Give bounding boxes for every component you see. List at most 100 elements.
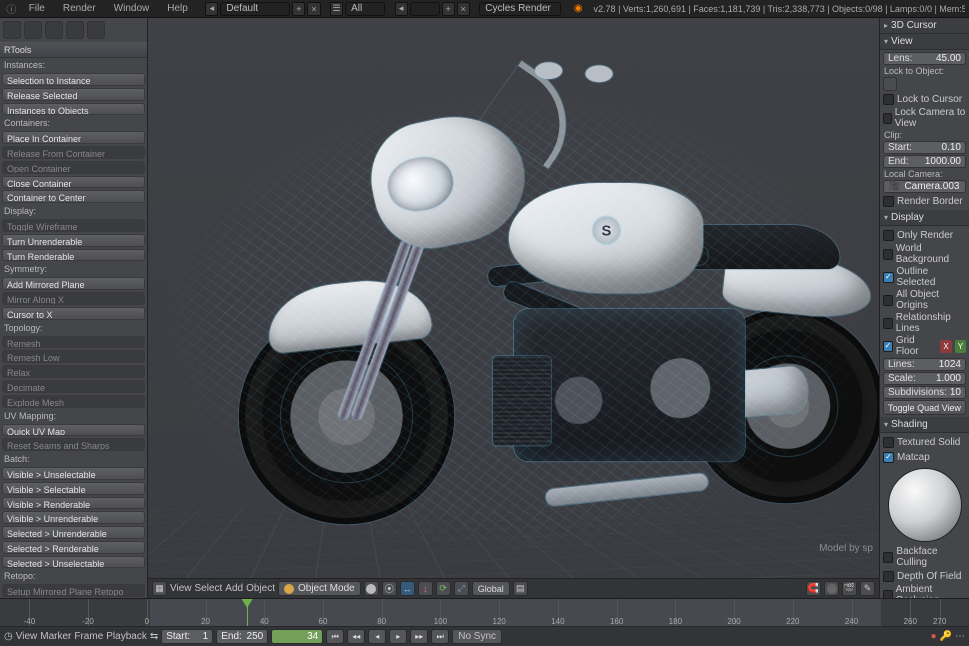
relax-button[interactable]: Relax xyxy=(2,365,145,378)
editor-type-icon[interactable]: ⓘ xyxy=(4,1,19,17)
release-from-container-button[interactable]: Release From Container xyxy=(2,146,145,159)
selected-unrenderable-button[interactable]: Selected > Unrenderable xyxy=(2,526,145,539)
proportional-icon[interactable] xyxy=(824,581,839,596)
pivot-icon[interactable]: ⦿ xyxy=(382,581,397,596)
backface-culling-check[interactable] xyxy=(883,552,893,563)
menu-file[interactable]: File xyxy=(21,1,53,16)
container-to-center-button[interactable]: Container to Center xyxy=(2,190,145,203)
ts-icon-3[interactable] xyxy=(45,21,63,39)
grid-scale-field[interactable]: Scale:1.000 xyxy=(883,372,966,385)
menu-render[interactable]: Render xyxy=(55,1,104,16)
manip-rotate-icon[interactable]: ⟳ xyxy=(436,581,451,596)
lens-field[interactable]: Lens:45.00 xyxy=(883,52,966,65)
timeline-ruler[interactable]: -40-200204060801001201401601802002202402… xyxy=(0,599,969,626)
tl-menu-marker[interactable]: Marker xyxy=(40,631,71,642)
manip-translate-icon[interactable]: ↕ xyxy=(418,581,433,596)
axis-x-toggle[interactable]: X xyxy=(940,340,951,353)
menu-window[interactable]: Window xyxy=(106,1,158,16)
ts-icon-1[interactable] xyxy=(3,21,21,39)
timeline-playhead[interactable] xyxy=(247,599,248,626)
vp-menu-object[interactable]: Object xyxy=(246,583,275,594)
matcap-check[interactable] xyxy=(883,452,894,463)
snap-icon[interactable]: 🧲 xyxy=(806,581,821,596)
motorcycle-model[interactable]: S xyxy=(178,110,850,509)
remesh-button[interactable]: Remesh xyxy=(2,336,145,349)
jump-first-button[interactable]: ⏮ xyxy=(326,629,344,644)
matcap-preview[interactable] xyxy=(888,468,962,542)
manip-scale-icon[interactable]: ⤢ xyxy=(454,581,469,596)
prev-layout-button[interactable]: ◂ xyxy=(205,2,218,16)
ao-check[interactable] xyxy=(883,590,893,599)
lock-cursor-check[interactable] xyxy=(883,94,894,105)
manipulator-toggle-icon[interactable]: ↔ xyxy=(400,581,415,596)
play-button[interactable]: ▸ xyxy=(389,629,407,644)
close-container-button[interactable]: Close Container xyxy=(2,176,145,189)
turn-renderable-button[interactable]: Turn Renderable xyxy=(2,249,145,262)
local-camera-field[interactable]: 🎥Camera.003 xyxy=(883,180,966,193)
tl-menu-view[interactable]: View xyxy=(16,631,38,642)
setup-mirrored-retopo-button[interactable]: Setup Mirrored Plane Retopo xyxy=(2,584,145,597)
dof-check[interactable] xyxy=(883,571,894,582)
play-reverse-button[interactable]: ◂ xyxy=(368,629,386,644)
tl-menu-frame[interactable]: Frame xyxy=(74,631,103,642)
render-preview-icon[interactable]: 🎬 xyxy=(842,581,857,596)
textured-solid-check[interactable] xyxy=(883,437,894,448)
key-prev-button[interactable]: ◂◂ xyxy=(347,629,365,644)
explode-mesh-button[interactable]: Explode Mesh xyxy=(2,395,145,408)
scene-remove-button[interactable]: × xyxy=(457,2,470,16)
reset-seams-button[interactable]: Reset Seams and Sharps xyxy=(2,438,145,451)
grid-lines-field[interactable]: Lines:1024 xyxy=(883,358,966,371)
viewport-canvas[interactable]: S Model by sp xyxy=(148,18,879,578)
panel-shading[interactable]: Shading xyxy=(880,417,969,433)
ts-icon-5[interactable] xyxy=(87,21,105,39)
clip-end-field[interactable]: End:1000.00 xyxy=(883,155,966,168)
gpencil-icon[interactable]: ✎ xyxy=(860,581,875,596)
grid-subdiv-field[interactable]: Subdivisions:10 xyxy=(883,386,966,399)
frame-end-field[interactable]: End:250 xyxy=(216,629,268,644)
visible-selectable-button[interactable]: Visible > Selectable xyxy=(2,482,145,495)
mode-selector[interactable]: Object Mode xyxy=(278,581,361,596)
scene-name-field[interactable] xyxy=(410,2,440,16)
axis-y-toggle[interactable]: Y xyxy=(955,340,966,353)
frame-start-field[interactable]: Start:1 xyxy=(161,629,213,644)
vp-menu-select[interactable]: Select xyxy=(195,583,223,594)
turn-unrenderable-button[interactable]: Turn Unrenderable xyxy=(2,234,145,247)
selection-to-instance-button[interactable]: Selection to Instance xyxy=(2,73,145,86)
toggle-quad-view-button[interactable]: Toggle Quad View xyxy=(883,400,966,415)
remesh-low-button[interactable]: Remesh Low xyxy=(2,350,145,363)
render-border-check[interactable] xyxy=(883,196,894,207)
tl-menu-playback[interactable]: Playback xyxy=(106,631,147,642)
shading-solid-icon[interactable] xyxy=(364,581,379,596)
mirror-along-x-button[interactable]: Mirror Along X xyxy=(2,292,145,305)
ts-icon-4[interactable] xyxy=(66,21,84,39)
add-mirrored-plane-button[interactable]: Add Mirrored Plane xyxy=(2,277,145,290)
selected-unselectable-button[interactable]: Selected > Unselectable xyxy=(2,556,145,569)
keying-set-icon[interactable]: 🔑 xyxy=(940,631,952,642)
3d-viewport[interactable]: S Model by sp ▦ View Sele xyxy=(148,18,879,598)
panel-view[interactable]: View xyxy=(880,34,969,50)
place-in-container-button[interactable]: Place In Container xyxy=(2,131,145,144)
panel-3d-cursor[interactable]: 3D Cursor xyxy=(880,18,969,34)
render-engine-selector[interactable]: Cycles Render xyxy=(479,2,561,16)
layers-icon[interactable]: ▤ xyxy=(513,581,528,596)
visible-renderable-button[interactable]: Visible > Renderable xyxy=(2,497,145,510)
sync-mode-selector[interactable]: No Sync xyxy=(452,629,502,644)
transform-orientation[interactable]: Global xyxy=(472,581,510,596)
visible-unrenderable-button[interactable]: Visible > Unrenderable xyxy=(2,511,145,524)
autokey-icon[interactable]: ● xyxy=(931,631,937,642)
panel-display[interactable]: Display xyxy=(880,210,969,226)
key-next-button[interactable]: ▸▸ xyxy=(410,629,428,644)
quick-uv-map-button[interactable]: Quick UV Map xyxy=(2,424,145,437)
frame-current-field[interactable]: 34 xyxy=(271,629,323,644)
tl-extra-1-icon[interactable]: ⋯ xyxy=(955,631,965,642)
selected-renderable-button[interactable]: Selected > Renderable xyxy=(2,541,145,554)
outline-selected-check[interactable] xyxy=(883,272,894,283)
add-layout-button[interactable]: + xyxy=(292,2,305,16)
clip-start-field[interactable]: Start:0.10 xyxy=(883,141,966,154)
lock-object-field[interactable] xyxy=(883,77,897,91)
editor-type-viewport-icon[interactable]: ▦ xyxy=(152,581,167,596)
grid-floor-check[interactable] xyxy=(883,341,893,352)
world-bg-check[interactable] xyxy=(883,249,893,260)
ts-icon-2[interactable] xyxy=(24,21,42,39)
scene-add-button[interactable]: + xyxy=(442,2,455,16)
